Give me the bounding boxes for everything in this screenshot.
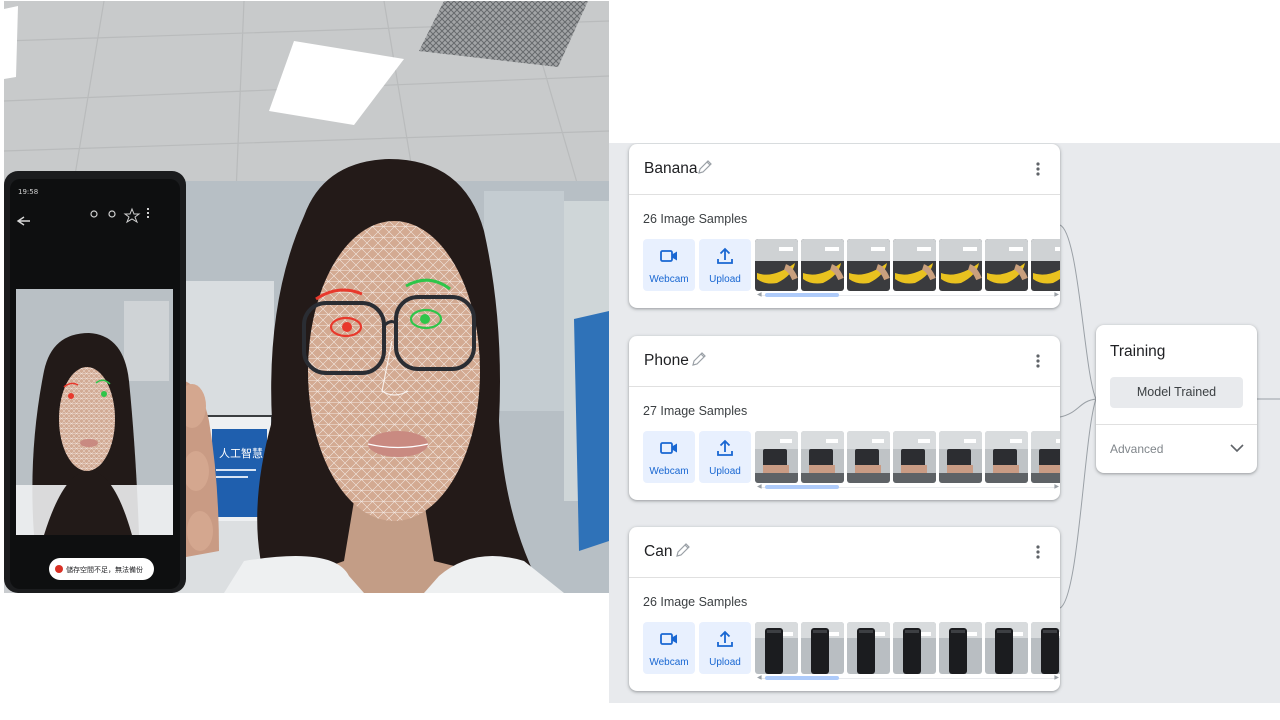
more-vert-icon[interactable] — [1028, 159, 1048, 179]
sample-count: 26 Image Samples — [643, 595, 748, 609]
scroll-thumb[interactable] — [765, 485, 839, 489]
videocam-icon — [660, 633, 677, 645]
sample-thumbnail[interactable] — [801, 431, 844, 483]
sample-thumbnail[interactable] — [939, 622, 982, 674]
sample-thumbnail[interactable] — [939, 239, 982, 291]
sample-thumbnails — [755, 239, 1060, 291]
face-mesh-photo: 人工智慧 19:58 儲存空間不足，無法備份 — [4, 1, 609, 593]
upload-label: Upload — [709, 466, 741, 477]
sample-thumbnail[interactable] — [801, 239, 844, 291]
monitor-text: 人工智慧 — [219, 446, 263, 460]
sample-thumbnail[interactable] — [1031, 431, 1060, 483]
divider — [1096, 424, 1257, 425]
sample-thumbnail[interactable] — [985, 239, 1028, 291]
class-card-banana: Banana 26 Image Samples Webcam Upload ◀ ▶ — [629, 144, 1060, 308]
upload-icon — [717, 439, 733, 456]
sample-thumbnail[interactable] — [985, 431, 1028, 483]
sample-thumbnail[interactable] — [801, 622, 844, 674]
sample-thumbnail[interactable] — [755, 622, 798, 674]
webcam-label: Webcam — [649, 274, 689, 285]
upload-button[interactable]: Upload — [699, 239, 751, 291]
upload-icon — [717, 630, 733, 647]
pencil-icon[interactable] — [689, 349, 709, 369]
class-card-phone: Phone 27 Image Samples Webcam Upload ◀ ▶ — [629, 336, 1060, 500]
sample-count: 27 Image Samples — [643, 404, 748, 418]
upload-button[interactable]: Upload — [699, 431, 751, 483]
sample-count: 26 Image Samples — [643, 212, 748, 226]
more-vert-icon[interactable] — [1028, 542, 1048, 562]
chevron-down-icon[interactable] — [1229, 440, 1245, 456]
phone-status-time: 19:58 — [18, 188, 38, 196]
upload-button[interactable]: Upload — [699, 622, 751, 674]
webcam-button[interactable]: Webcam — [643, 431, 695, 483]
thumbnail-scrollbar[interactable]: ◀ ▶ — [757, 675, 1059, 681]
pencil-icon[interactable] — [673, 540, 693, 560]
videocam-icon — [660, 442, 677, 454]
class-card-header: Banana — [629, 144, 1060, 195]
sample-thumbnail[interactable] — [893, 622, 936, 674]
scroll-thumb[interactable] — [765, 293, 839, 297]
teachable-machine-canvas: Banana 26 Image Samples Webcam Upload ◀ ▶… — [609, 143, 1280, 703]
webcam-label: Webcam — [649, 657, 689, 668]
sample-thumbnail[interactable] — [893, 239, 936, 291]
webcam-label: Webcam — [649, 466, 689, 477]
sample-thumbnail[interactable] — [1031, 622, 1060, 674]
class-card-header: Can — [629, 527, 1060, 578]
sample-thumbnail[interactable] — [847, 622, 890, 674]
videocam-icon — [660, 250, 677, 262]
class-name[interactable]: Banana — [644, 160, 697, 178]
sample-thumbnail[interactable] — [847, 239, 890, 291]
more-vert-icon[interactable] — [1028, 351, 1048, 371]
scroll-thumb[interactable] — [765, 676, 839, 680]
upload-icon — [717, 247, 733, 264]
advanced-toggle[interactable]: Advanced — [1110, 442, 1163, 456]
sample-thumbnails — [755, 431, 1060, 483]
training-card: Training Model Trained Advanced — [1096, 325, 1257, 473]
sample-thumbnail[interactable] — [893, 431, 936, 483]
training-title: Training — [1110, 343, 1166, 360]
train-model-button[interactable]: Model Trained — [1110, 377, 1243, 408]
webcam-button[interactable]: Webcam — [643, 622, 695, 674]
webcam-button[interactable]: Webcam — [643, 239, 695, 291]
sample-thumbnails — [755, 622, 1060, 674]
pencil-icon[interactable] — [695, 157, 715, 177]
class-name[interactable]: Phone — [644, 352, 689, 370]
sample-thumbnail[interactable] — [1031, 239, 1060, 291]
phone-toast: 儲存空間不足，無法備份 — [66, 565, 143, 574]
upload-label: Upload — [709, 274, 741, 285]
sample-thumbnail[interactable] — [847, 431, 890, 483]
class-card-header: Phone — [629, 336, 1060, 387]
thumbnail-scrollbar[interactable]: ◀ ▶ — [757, 484, 1059, 490]
sample-thumbnail[interactable] — [939, 431, 982, 483]
sample-thumbnail[interactable] — [755, 239, 798, 291]
sample-thumbnail[interactable] — [755, 431, 798, 483]
class-card-can: Can 26 Image Samples Webcam Upload ◀ ▶ — [629, 527, 1060, 691]
thumbnail-scrollbar[interactable]: ◀ ▶ — [757, 292, 1059, 298]
sample-thumbnail[interactable] — [985, 622, 1028, 674]
class-name[interactable]: Can — [644, 543, 672, 561]
upload-label: Upload — [709, 657, 741, 668]
